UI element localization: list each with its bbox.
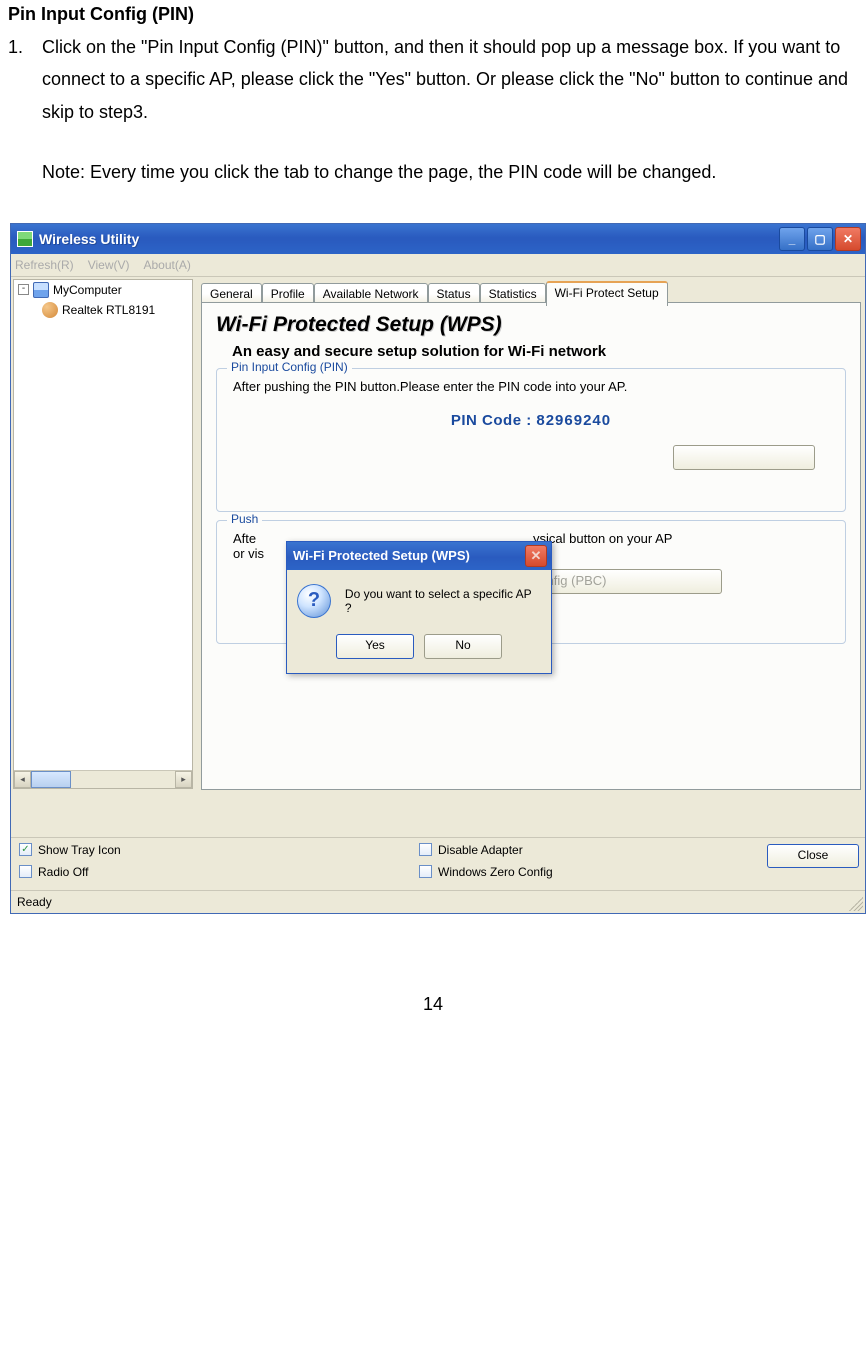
step-number: 1.	[8, 31, 42, 128]
radio-off-label: Radio Off	[38, 865, 88, 879]
scroll-left-icon[interactable]: ◂	[14, 771, 31, 788]
menu-view[interactable]: View(V)	[88, 258, 130, 272]
maximize-button[interactable]: ▢	[807, 227, 833, 251]
window-title: Wireless Utility	[39, 231, 779, 247]
pin-description: After pushing the PIN button.Please ente…	[233, 379, 833, 394]
minimize-button[interactable]: _	[779, 227, 805, 251]
pin-label: PIN Code :	[451, 412, 537, 429]
doc-note: Note: Every time you click the tab to ch…	[8, 156, 858, 188]
screenshot-window: Wireless Utility _ ▢ ✕ Refresh(R) View(V…	[10, 223, 866, 914]
tab-status[interactable]: Status	[428, 283, 480, 304]
bottom-panel: ✓ Show Tray Icon Radio Off Disable Adapt…	[11, 837, 865, 890]
wps-subheading: An easy and secure setup solution for Wi…	[232, 343, 846, 360]
close-button[interactable]: Close	[767, 844, 859, 868]
menubar: Refresh(R) View(V) About(A)	[11, 254, 865, 277]
question-icon: ?	[297, 584, 331, 618]
computer-icon	[33, 282, 49, 298]
tab-available-network[interactable]: Available Network	[314, 283, 428, 304]
dialog-close-button[interactable]: ✕	[525, 545, 547, 567]
dialog-title: Wi-Fi Protected Setup (WPS)	[293, 548, 470, 563]
push-legend: Push	[227, 512, 262, 526]
disable-adapter-checkbox[interactable]	[419, 843, 432, 856]
menu-refresh[interactable]: Refresh(R)	[15, 258, 74, 272]
tab-panel: Wi-Fi Protected Setup (WPS) An easy and …	[201, 302, 861, 790]
step-text: Click on the "Pin Input Config (PIN)" bu…	[42, 31, 858, 128]
wps-heading: Wi-Fi Protected Setup (WPS)	[216, 313, 846, 337]
pbc-text-fragment-3: ysical button on your AP	[533, 531, 672, 561]
tab-general[interactable]: General	[201, 283, 262, 304]
tab-wps[interactable]: Wi-Fi Protect Setup	[546, 281, 668, 306]
scroll-thumb[interactable]	[31, 771, 71, 788]
zero-config-label: Windows Zero Config	[438, 865, 553, 879]
pin-legend: Pin Input Config (PIN)	[227, 360, 352, 374]
status-bar: Ready	[11, 890, 865, 913]
doc-heading: Pin Input Config (PIN)	[8, 4, 858, 25]
tree-collapse-icon[interactable]: -	[18, 284, 29, 295]
resize-grip-icon[interactable]	[849, 897, 863, 911]
tree-scrollbar[interactable]: ◂ ▸	[14, 770, 192, 788]
show-tray-label: Show Tray Icon	[38, 843, 121, 857]
titlebar: Wireless Utility _ ▢ ✕	[11, 224, 865, 254]
pin-fieldset: Pin Input Config (PIN) After pushing the…	[216, 368, 846, 512]
pbc-text-fragment-2: or vis	[233, 546, 273, 561]
radio-off-checkbox[interactable]	[19, 865, 32, 878]
pin-code-value: 82969240	[536, 412, 611, 429]
no-button[interactable]: No	[424, 634, 502, 659]
tab-statistics[interactable]: Statistics	[480, 283, 546, 304]
yes-button[interactable]: Yes	[336, 634, 414, 659]
zero-config-checkbox[interactable]	[419, 865, 432, 878]
status-text: Ready	[17, 895, 52, 909]
menu-about[interactable]: About(A)	[143, 258, 190, 272]
tree-root[interactable]: MyComputer	[53, 283, 122, 297]
close-window-button[interactable]: ✕	[835, 227, 861, 251]
page-number: 14	[8, 994, 858, 1015]
app-icon	[17, 231, 33, 247]
scroll-right-icon[interactable]: ▸	[175, 771, 192, 788]
tree-node-adapter[interactable]: Realtek RTL8191	[62, 303, 155, 317]
adapter-icon	[42, 302, 58, 318]
pin-input-button-partial[interactable]	[673, 445, 815, 470]
show-tray-checkbox[interactable]: ✓	[19, 843, 32, 856]
tab-profile[interactable]: Profile	[262, 283, 314, 304]
device-tree: - MyComputer Realtek RTL8191 ◂ ▸	[13, 279, 193, 789]
dialog-message: Do you want to select a specific AP ?	[345, 587, 541, 615]
disable-adapter-label: Disable Adapter	[438, 843, 523, 857]
wps-dialog: Wi-Fi Protected Setup (WPS) ✕ ? Do you w…	[286, 541, 552, 674]
pbc-text-fragment-1: Afte	[233, 531, 273, 546]
